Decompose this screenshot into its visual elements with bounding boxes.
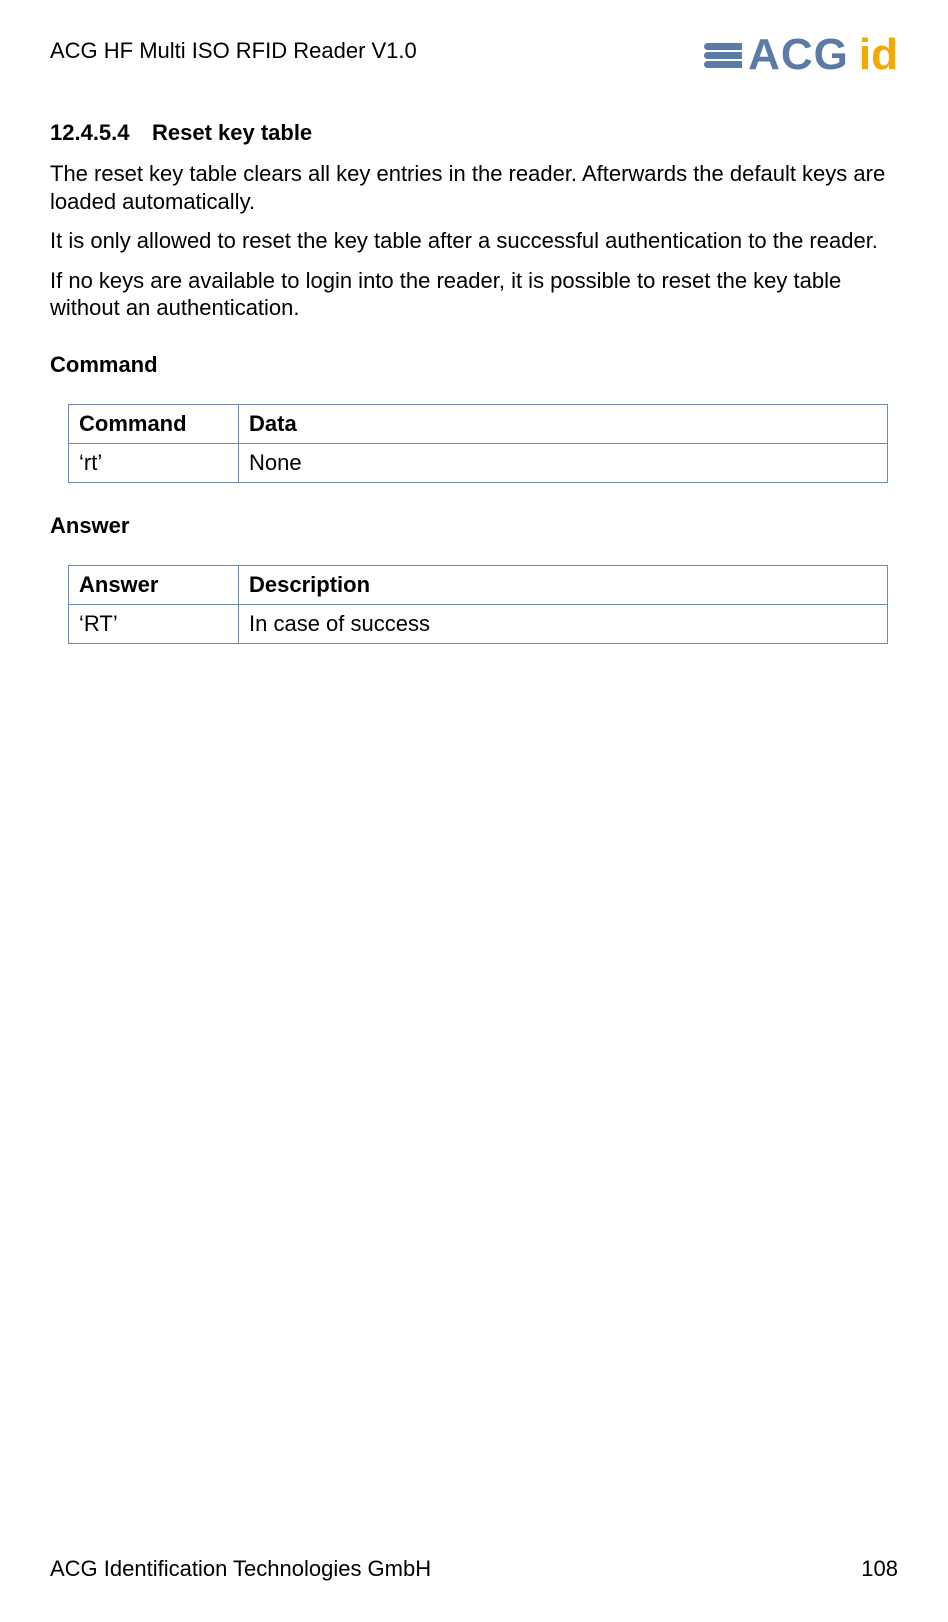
answer-th-description: Description (239, 565, 888, 604)
logo-acg-text: ACG (748, 30, 849, 80)
answer-th-answer: Answer (69, 565, 239, 604)
table-row: Command Data (69, 404, 888, 443)
command-th-command: Command (69, 404, 239, 443)
section-title: Reset key table (152, 120, 312, 145)
logo: ACG id (704, 30, 898, 80)
command-td-data: None (239, 443, 888, 482)
table-row: ‘rt’ None (69, 443, 888, 482)
answer-td-answer: ‘RT’ (69, 604, 239, 643)
answer-td-description: In case of success (239, 604, 888, 643)
logo-acg: ACG (704, 30, 849, 80)
page-footer: ACG Identification Technologies GmbH 108 (50, 1556, 898, 1582)
command-th-data: Data (239, 404, 888, 443)
answer-heading: Answer (50, 513, 898, 539)
document-title: ACG HF Multi ISO RFID Reader V1.0 (50, 30, 417, 64)
table-row: ‘RT’ In case of success (69, 604, 888, 643)
paragraph-2: It is only allowed to reset the key tabl… (50, 227, 898, 255)
table-row: Answer Description (69, 565, 888, 604)
command-td-command: ‘rt’ (69, 443, 239, 482)
section-number: 12.4.5.4 (50, 120, 130, 145)
logo-id-text: id (859, 30, 898, 80)
page-header: ACG HF Multi ISO RFID Reader V1.0 ACG id (50, 30, 898, 80)
answer-table: Answer Description ‘RT’ In case of succe… (68, 565, 888, 644)
command-heading: Command (50, 352, 898, 378)
command-table: Command Data ‘rt’ None (68, 404, 888, 483)
footer-company: ACG Identification Technologies GmbH (50, 1556, 431, 1582)
logo-stripes-icon (704, 42, 742, 69)
footer-page-number: 108 (861, 1556, 898, 1582)
page: ACG HF Multi ISO RFID Reader V1.0 ACG id… (0, 0, 948, 1622)
paragraph-3: If no keys are available to login into t… (50, 267, 898, 322)
section-heading: 12.4.5.4 Reset key table (50, 120, 898, 146)
paragraph-1: The reset key table clears all key entri… (50, 160, 898, 215)
